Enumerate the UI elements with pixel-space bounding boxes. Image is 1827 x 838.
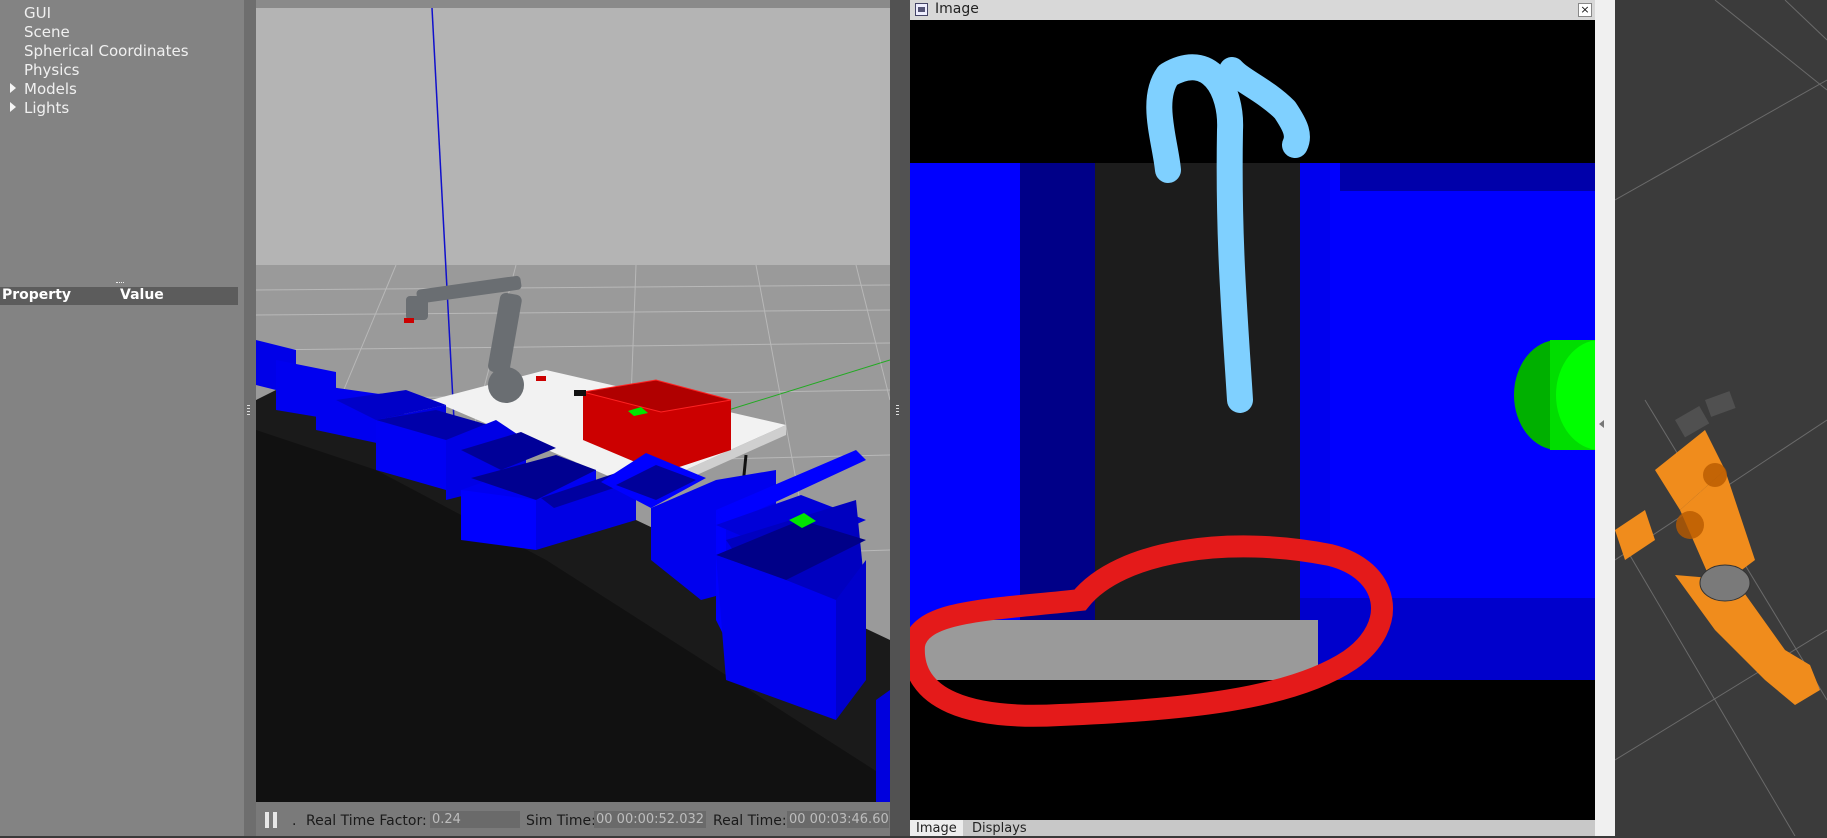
rviz-scene <box>1615 0 1827 836</box>
image-panel-titlebar[interactable]: Image × <box>910 0 1595 20</box>
pause-icon[interactable] <box>265 812 277 828</box>
tree-item-scene[interactable]: Scene <box>24 23 70 41</box>
image-icon <box>915 3 928 16</box>
world-tree-panel: GUI Scene Spherical Coordinates Physics … <box>0 0 244 836</box>
center-panel-splitter[interactable] <box>890 0 910 836</box>
tree-item-lights[interactable]: Lights <box>24 99 69 117</box>
gazebo-3d-viewport[interactable] <box>256 0 890 802</box>
camera-image <box>910 20 1595 820</box>
sim-time-field: 00 00:00:52.032 <box>594 811 706 828</box>
rviz-3d-view[interactable] <box>1615 0 1827 836</box>
image-panel-title: Image <box>935 1 979 17</box>
tab-image[interactable]: Image <box>910 820 963 836</box>
column-resize-handle[interactable] <box>116 282 124 286</box>
real-time-factor-field: 0.24 <box>430 811 520 828</box>
expand-models-icon[interactable] <box>10 83 16 93</box>
gazebo-status-bar: . Real Time Factor: 0.24 Sim Time: 00 00… <box>256 802 890 836</box>
tab-displays[interactable]: Displays <box>966 820 1033 836</box>
property-table-header: Property Value <box>0 287 238 305</box>
value-column-header[interactable]: Value <box>120 287 164 303</box>
gazebo-scene <box>256 0 890 802</box>
splitter-grip-icon <box>247 405 250 415</box>
property-column-header[interactable]: Property <box>2 287 71 303</box>
rviz-panel-separator[interactable] <box>1595 0 1615 836</box>
tree-item-physics[interactable]: Physics <box>24 61 79 79</box>
image-panel-tabs: Image Displays <box>910 820 1595 836</box>
left-panel-splitter[interactable] <box>244 0 256 836</box>
real-time-factor-label: Real Time Factor: <box>306 813 427 829</box>
image-panel: Image × Image Displays <box>910 0 1595 836</box>
collapse-arrow-icon[interactable] <box>1599 420 1604 428</box>
tree-item-gui[interactable]: GUI <box>24 4 51 22</box>
real-time-field: 00 00:03:46.60 <box>787 811 889 828</box>
tree-item-spherical-coordinates[interactable]: Spherical Coordinates <box>24 42 189 60</box>
splitter-grip-icon <box>896 405 899 415</box>
close-icon[interactable]: × <box>1578 3 1592 17</box>
camera-image-view <box>910 20 1595 820</box>
tree-item-models[interactable]: Models <box>24 80 77 98</box>
sim-time-label: Sim Time: <box>526 813 596 829</box>
real-time-label: Real Time: <box>713 813 787 829</box>
expand-lights-icon[interactable] <box>10 102 16 112</box>
